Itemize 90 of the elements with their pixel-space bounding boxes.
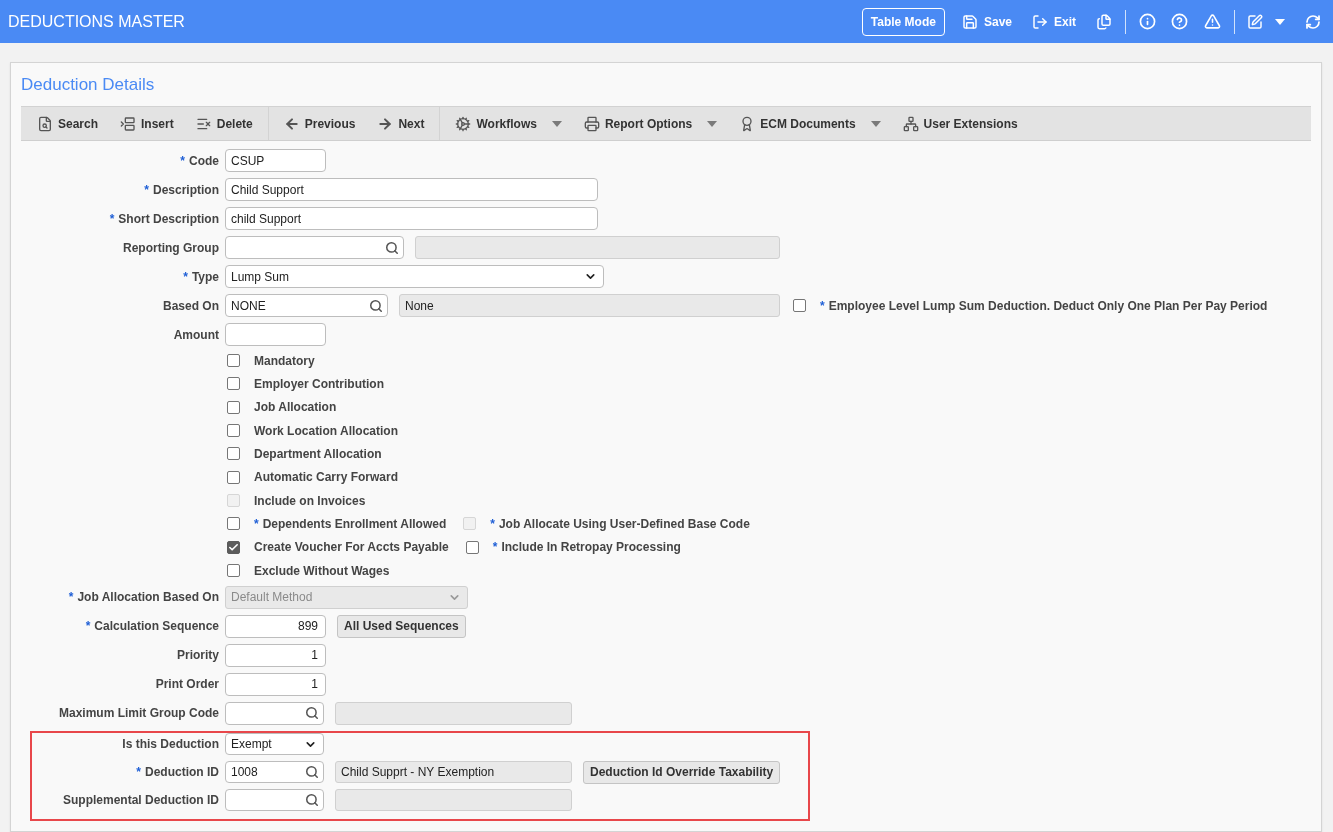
checkbox-label: Include on Invoices xyxy=(254,493,366,508)
field-label: Maximum Limit Group Code xyxy=(58,706,219,721)
checkbox-label: Mandatory xyxy=(254,353,315,368)
checkbox-label: * Employee Level Lump Sum Deduction. Deduct Only One Plan Per Pay Period xyxy=(820,298,1268,313)
field-label: Is this Deduction xyxy=(121,737,219,752)
text-field[interactable]: CSUP xyxy=(225,149,326,172)
caret-down-icon[interactable] xyxy=(707,120,718,127)
field-label: * Short Description xyxy=(108,211,219,226)
exit-icon xyxy=(1032,13,1048,30)
arrow-left-icon xyxy=(283,115,300,132)
checkbox-label: Department Allocation xyxy=(254,446,382,461)
search-icon[interactable] xyxy=(305,793,319,808)
info-icon[interactable] xyxy=(1139,13,1156,30)
toolbar-button[interactable]: Previous xyxy=(283,115,356,132)
field-label: Priority xyxy=(176,648,219,663)
checkbox[interactable] xyxy=(227,517,240,531)
insert-row-icon xyxy=(120,115,137,132)
file-search-icon xyxy=(37,115,53,132)
toolbar-button[interactable]: ECM Documents xyxy=(739,115,856,132)
checkbox[interactable] xyxy=(227,447,240,461)
field-label: * Description xyxy=(143,182,219,197)
field-label: * Type xyxy=(182,269,219,284)
checkbox-label: Work Location Allocation xyxy=(254,423,398,438)
documents-icon[interactable] xyxy=(1096,13,1112,30)
text-field[interactable]: Child Support xyxy=(225,178,598,201)
search-icon[interactable] xyxy=(385,240,399,255)
checkbox[interactable] xyxy=(227,400,240,414)
lookup-field[interactable]: NONE xyxy=(225,294,388,317)
field-label: Print Order xyxy=(154,677,219,692)
checkbox[interactable] xyxy=(465,540,479,554)
readonly-field: None xyxy=(399,294,780,317)
hierarchy-icon xyxy=(902,115,919,132)
toolbar-button[interactable]: Search xyxy=(37,115,99,132)
dropdown[interactable]: Exempt xyxy=(225,733,324,756)
field-label: * Calculation Sequence xyxy=(84,619,219,634)
checkbox-label: Exclude Without Wages xyxy=(254,563,390,578)
checkbox-label: Create Voucher For Accts Payable xyxy=(254,540,449,555)
action-button[interactable]: Deduction Id Override Taxability xyxy=(583,760,781,784)
search-icon[interactable] xyxy=(305,706,319,721)
field-label: * Job Allocation Based On xyxy=(67,590,219,605)
field-label: Supplemental Deduction ID xyxy=(62,793,219,808)
help-icon[interactable] xyxy=(1171,13,1188,30)
checkbox[interactable] xyxy=(227,424,240,438)
checkbox-label: Automatic Carry Forward xyxy=(254,470,399,485)
checkbox[interactable] xyxy=(227,540,240,554)
toolbar-button[interactable]: Next xyxy=(377,115,425,132)
checkbox-label: * Dependents Enrollment Allowed xyxy=(254,516,447,531)
caret-down-icon[interactable] xyxy=(1275,18,1285,25)
lookup-field[interactable] xyxy=(225,701,324,725)
gear-icon xyxy=(455,115,472,132)
caret-down-icon[interactable] xyxy=(551,120,562,127)
checkbox[interactable] xyxy=(227,470,240,484)
warning-icon[interactable] xyxy=(1204,13,1221,30)
checkbox-label: * Include In Retropay Processing xyxy=(492,540,681,555)
field-label: Reporting Group xyxy=(122,240,219,255)
lookup-field[interactable] xyxy=(225,789,324,812)
number-field[interactable]: 1 xyxy=(225,643,326,667)
caret-down-icon[interactable] xyxy=(870,120,881,127)
checkbox[interactable] xyxy=(227,354,240,368)
number-field[interactable]: 1 xyxy=(225,672,326,696)
toolbar-button[interactable]: Insert xyxy=(120,115,174,132)
readonly-field: Child Supprt - NY Exemption xyxy=(335,761,572,784)
panel-title: Deduction Details xyxy=(21,73,156,96)
text-field[interactable]: child Support xyxy=(225,207,598,230)
app-title: DEDUCTIONS MASTER xyxy=(8,12,186,31)
checkbox[interactable] xyxy=(227,564,240,578)
toolbar-button[interactable]: Workflows xyxy=(455,115,537,132)
lookup-field[interactable] xyxy=(225,236,404,259)
dropdown[interactable]: Lump Sum xyxy=(225,265,604,288)
edit-icon[interactable] xyxy=(1247,13,1263,30)
toolbar-button[interactable]: Delete xyxy=(195,115,253,132)
toolbar-button[interactable]: User Extensions xyxy=(902,115,1018,132)
checkbox-label: Job Allocation xyxy=(254,400,337,415)
search-icon[interactable] xyxy=(305,765,319,780)
checkbox[interactable] xyxy=(793,299,806,312)
field-label: Based On xyxy=(162,298,219,313)
text-field[interactable] xyxy=(225,323,326,346)
number-field[interactable]: 899 xyxy=(225,614,326,638)
field-label: * Code xyxy=(179,153,219,168)
action-button[interactable]: All Used Sequences xyxy=(337,614,466,638)
field-label: * Deduction ID xyxy=(135,765,219,780)
lookup-field[interactable]: 1008 xyxy=(225,761,324,784)
toolbar-button[interactable]: Report Options xyxy=(583,115,693,132)
printer-icon xyxy=(583,115,600,132)
checkbox[interactable] xyxy=(227,377,240,391)
refresh-icon[interactable] xyxy=(1305,13,1321,30)
search-icon[interactable] xyxy=(369,298,383,313)
checkbox-label: * Job Allocate Using User-Defined Base Code xyxy=(490,516,750,531)
field-label: Amount xyxy=(172,327,219,342)
checkbox-label: Employer Contribution xyxy=(254,377,384,391)
